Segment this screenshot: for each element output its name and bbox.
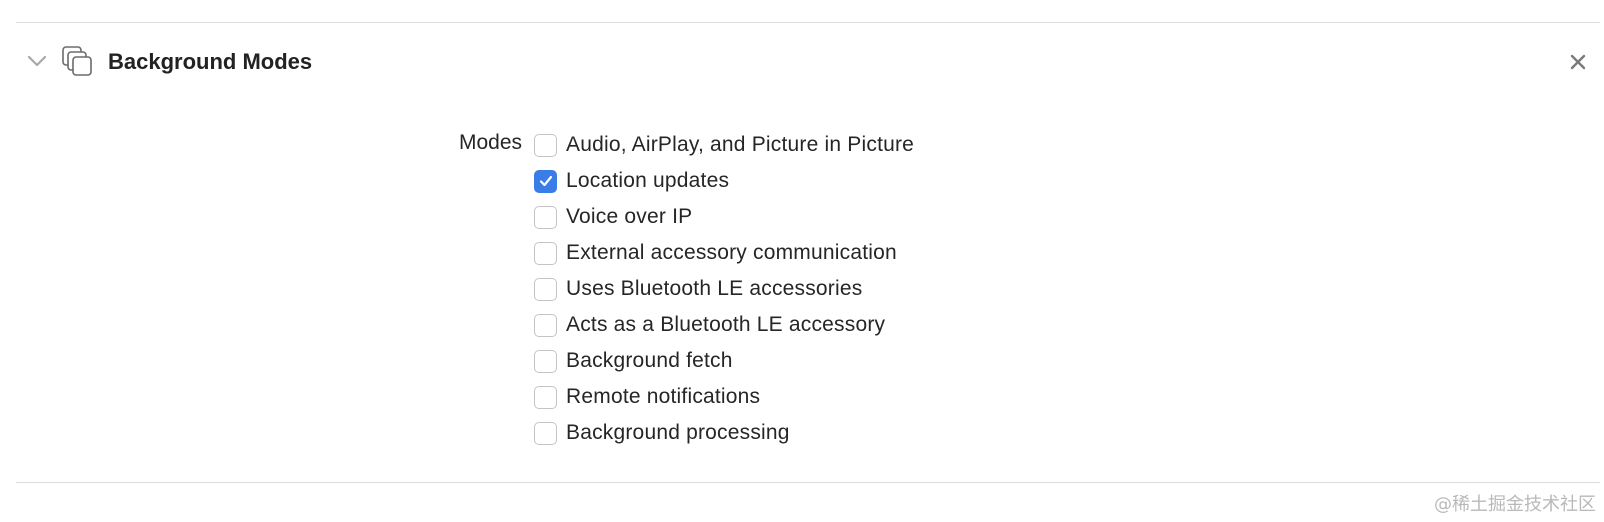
- modes-label: Modes: [458, 131, 522, 154]
- mode-row[interactable]: External accessory communication: [534, 235, 914, 271]
- modes-list: Audio, AirPlay, and Picture in Picture Lo…: [534, 127, 914, 451]
- checkmark-icon: [539, 175, 552, 187]
- mode-checkbox[interactable]: [534, 205, 557, 229]
- background-modes-icon: [60, 44, 96, 80]
- top-divider: [16, 22, 1600, 23]
- mode-row[interactable]: Background processing: [534, 415, 914, 451]
- section-title: Background Modes: [108, 49, 313, 74]
- mode-checkbox[interactable]: [534, 385, 557, 409]
- mode-checkbox[interactable]: [534, 421, 557, 445]
- mode-row[interactable]: Audio, AirPlay, and Picture in Picture: [534, 127, 914, 163]
- mode-row[interactable]: Voice over IP: [534, 199, 914, 235]
- mode-label[interactable]: Uses Bluetooth LE accessories: [566, 276, 862, 302]
- mode-label[interactable]: Voice over IP: [566, 204, 692, 230]
- mode-row[interactable]: Location updates: [534, 163, 914, 199]
- close-icon[interactable]: [1568, 52, 1588, 72]
- mode-label[interactable]: Acts as a Bluetooth LE accessory: [566, 312, 885, 338]
- mode-label[interactable]: Location updates: [566, 168, 729, 194]
- mode-checkbox[interactable]: [534, 277, 557, 301]
- mode-checkbox[interactable]: [534, 313, 557, 337]
- mode-label[interactable]: Background processing: [566, 420, 790, 446]
- mode-row[interactable]: Uses Bluetooth LE accessories: [534, 271, 914, 307]
- mode-checkbox[interactable]: [534, 133, 557, 157]
- mode-row[interactable]: Acts as a Bluetooth LE accessory: [534, 307, 914, 343]
- mode-label[interactable]: Audio, AirPlay, and Picture in Picture: [566, 132, 914, 158]
- watermark: @稀土掘金技术社区: [1434, 494, 1596, 515]
- bottom-divider: [16, 482, 1600, 483]
- chevron-down-icon[interactable]: [26, 52, 48, 70]
- section-header: Background Modes: [0, 24, 1604, 100]
- mode-label[interactable]: Remote notifications: [566, 384, 760, 410]
- mode-checkbox[interactable]: [534, 169, 557, 193]
- mode-checkbox[interactable]: [534, 349, 557, 373]
- mode-label[interactable]: Background fetch: [566, 348, 733, 374]
- mode-row[interactable]: Remote notifications: [534, 379, 914, 415]
- mode-label[interactable]: External accessory communication: [566, 240, 897, 266]
- mode-checkbox[interactable]: [534, 241, 557, 265]
- mode-row[interactable]: Background fetch: [534, 343, 914, 379]
